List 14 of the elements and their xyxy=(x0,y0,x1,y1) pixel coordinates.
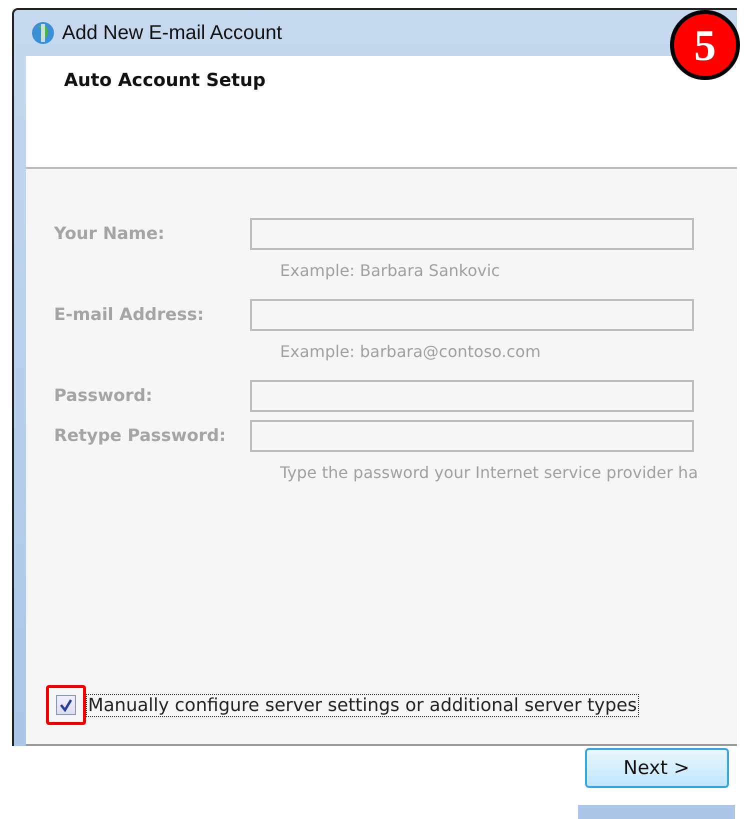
field-hint: Example: Barbara Sankovic xyxy=(280,261,501,280)
next-button[interactable]: Next > xyxy=(584,748,728,788)
field-label: Your Name: xyxy=(54,224,166,244)
field-hint: Example: barbara@contoso.com xyxy=(280,342,542,361)
checkbox-label[interactable]: Manually configure server settings or additional server types xyxy=(86,694,639,716)
field-label: E-mail Address: xyxy=(54,305,205,325)
field-label: Retype Password: xyxy=(54,426,227,446)
checkmark-icon xyxy=(59,698,73,712)
window-title: Add New E-mail Account xyxy=(62,22,282,44)
field-label: Password: xyxy=(54,386,154,406)
page-heading: Auto Account Setup xyxy=(64,70,266,91)
field-hint: Type the password your Internet service provider ha xyxy=(280,463,699,482)
globe-icon xyxy=(30,20,56,46)
checkbox[interactable] xyxy=(56,695,76,715)
